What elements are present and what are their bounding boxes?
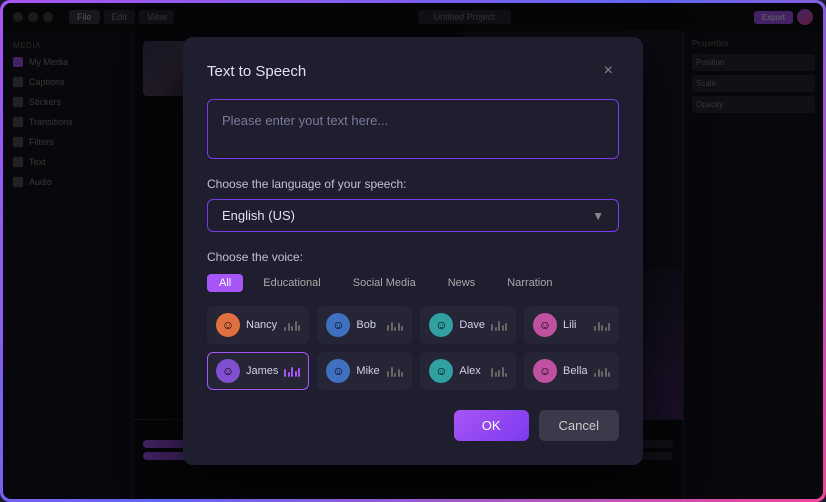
voice-grid: ☺ Nancy ☺ Bob bbox=[207, 306, 619, 390]
filter-tab-narration[interactable]: Narration bbox=[495, 274, 564, 292]
text-input-area[interactable]: Please enter yout text here... bbox=[207, 99, 619, 159]
language-section-label: Choose the language of your speech: bbox=[207, 177, 619, 191]
ok-button[interactable]: OK bbox=[454, 410, 529, 441]
voice-name-james: James bbox=[246, 365, 278, 377]
voice-bella[interactable]: ☺ Bella bbox=[524, 352, 619, 390]
voice-avatar-bob: ☺ bbox=[326, 313, 350, 337]
voice-filter-tabs: All Educational Social Media News Narrat… bbox=[207, 274, 619, 292]
voice-name-mike: Mike bbox=[356, 365, 381, 377]
voice-bob[interactable]: ☺ Bob bbox=[317, 306, 412, 344]
voice-nancy[interactable]: ☺ Nancy bbox=[207, 306, 309, 344]
voice-waves-dave bbox=[491, 319, 507, 331]
voice-name-dave: Dave bbox=[459, 319, 485, 331]
language-value: English (US) bbox=[222, 208, 295, 223]
voice-avatar-lili: ☺ bbox=[533, 313, 557, 337]
text-input-placeholder: Please enter yout text here... bbox=[222, 113, 388, 128]
voice-name-nancy: Nancy bbox=[246, 319, 278, 331]
voice-name-alex: Alex bbox=[459, 365, 485, 377]
modal-close-button[interactable]: × bbox=[598, 61, 619, 81]
voice-lili[interactable]: ☺ Lili bbox=[524, 306, 619, 344]
language-dropdown[interactable]: English (US) ▼ bbox=[207, 199, 619, 232]
voice-waves-mike bbox=[387, 365, 403, 377]
voice-waves-alex bbox=[491, 365, 507, 377]
modal-title: Text to Speech bbox=[207, 63, 306, 80]
voice-avatar-nancy: ☺ bbox=[216, 313, 240, 337]
voice-james[interactable]: ☺ James bbox=[207, 352, 309, 390]
modal-header: Text to Speech × bbox=[207, 61, 619, 81]
voice-waves-james bbox=[284, 365, 300, 377]
voice-waves-nancy bbox=[284, 319, 300, 331]
voice-waves-bob bbox=[387, 319, 403, 331]
voice-avatar-bella: ☺ bbox=[533, 359, 557, 383]
voice-avatar-dave: ☺ bbox=[429, 313, 453, 337]
voice-section-label: Choose the voice: bbox=[207, 250, 619, 264]
voice-dave[interactable]: ☺ Dave bbox=[420, 306, 516, 344]
voice-waves-bella bbox=[594, 365, 610, 377]
chevron-down-icon: ▼ bbox=[592, 209, 604, 223]
filter-tab-news[interactable]: News bbox=[436, 274, 488, 292]
voice-name-bob: Bob bbox=[356, 319, 381, 331]
modal-overlay: Text to Speech × Please enter yout text … bbox=[3, 3, 823, 499]
voice-avatar-mike: ☺ bbox=[326, 359, 350, 383]
voice-alex[interactable]: ☺ Alex bbox=[420, 352, 516, 390]
text-to-speech-modal: Text to Speech × Please enter yout text … bbox=[183, 37, 643, 465]
filter-tab-educational[interactable]: Educational bbox=[251, 274, 333, 292]
cancel-button[interactable]: Cancel bbox=[539, 410, 619, 441]
voice-avatar-alex: ☺ bbox=[429, 359, 453, 383]
voice-name-lili: Lili bbox=[563, 319, 588, 331]
modal-footer: OK Cancel bbox=[207, 410, 619, 441]
voice-mike[interactable]: ☺ Mike bbox=[317, 352, 412, 390]
filter-tab-social[interactable]: Social Media bbox=[341, 274, 428, 292]
voice-waves-lili bbox=[594, 319, 610, 331]
voice-name-bella: Bella bbox=[563, 365, 588, 377]
filter-tab-all[interactable]: All bbox=[207, 274, 243, 292]
voice-avatar-james: ☺ bbox=[216, 359, 240, 383]
